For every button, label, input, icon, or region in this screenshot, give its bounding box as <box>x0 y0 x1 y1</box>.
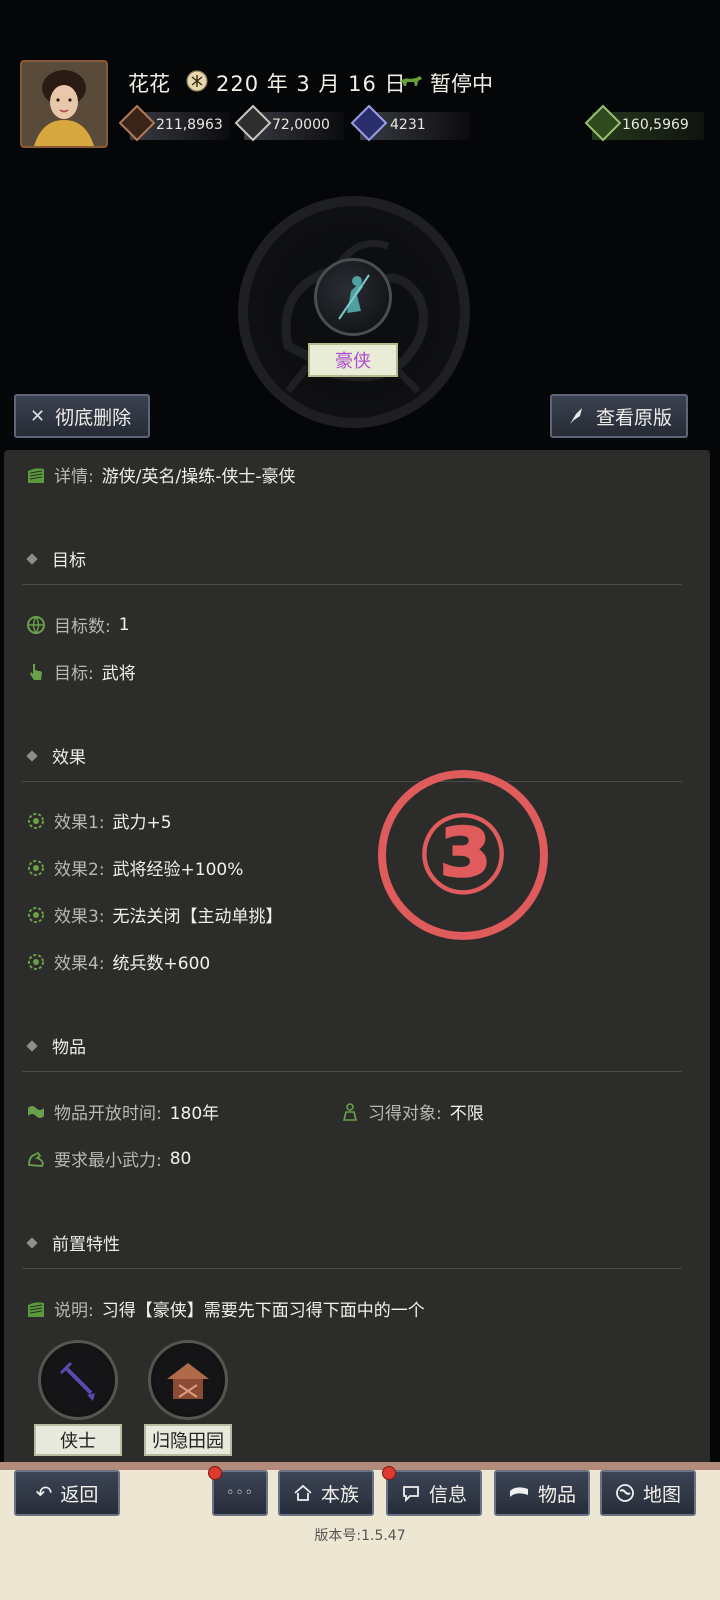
scroll-icon <box>28 1105 44 1118</box>
prereq-trait-xiashi[interactable] <box>38 1340 118 1420</box>
diamond-bullet-icon <box>26 749 38 762</box>
gold-value: 211,8963 <box>156 117 223 133</box>
prereq-name-xiashi[interactable]: 侠士 <box>34 1424 122 1456</box>
view-original-button[interactable]: 查看原版 <box>550 394 688 438</box>
prereq-trait-guiyin[interactable] <box>148 1340 228 1420</box>
chat-bubble-icon <box>403 1486 419 1503</box>
map-button[interactable]: 地图 <box>600 1470 696 1516</box>
grain-value: 72,0000 <box>272 117 330 133</box>
learn-target-row: 习得对象: 不限 <box>340 1099 484 1124</box>
prereq-section-title: 前置特性 <box>26 1230 120 1255</box>
player-avatar[interactable] <box>20 60 108 148</box>
items-button[interactable]: 物品 <box>494 1470 590 1516</box>
min-force-row: 要求最小武力: 80 <box>26 1146 191 1171</box>
money-value: 160,5969 <box>622 117 689 133</box>
effect-row-3: 效果3: 无法关闭【主动单挑】 <box>26 902 283 927</box>
prereq-note: 习得【豪侠】需要先下面习得下面中的一个 <box>101 1301 425 1321</box>
calendar-seal-icon <box>186 70 208 92</box>
view-original-label: 查看原版 <box>596 406 673 429</box>
effect-row-2: 效果2: 武将经验+100% <box>26 855 243 880</box>
target-row: 目标: 武将 <box>26 659 136 684</box>
effect-gear-icon <box>28 906 44 923</box>
game-status[interactable]: 暂停中 <box>430 68 493 98</box>
detail-value: 游侠/英名/操练-侠士-豪侠 <box>101 467 296 487</box>
scroll-bundle-icon <box>509 1487 528 1497</box>
back-button[interactable]: ↶ 返回 <box>14 1470 120 1516</box>
effect-gear-icon <box>28 859 44 876</box>
item-open-time-row: 物品开放时间: 180年 <box>26 1099 219 1124</box>
clan-button[interactable]: 本族 <box>278 1470 374 1516</box>
detail-row: 详情: 游侠/英名/操练-侠士-豪侠 <box>26 462 295 487</box>
target-section-title: 目标 <box>26 546 86 571</box>
pavilion-icon <box>294 1484 312 1501</box>
diamond-bullet-icon <box>26 1039 38 1052</box>
troops-value: 4231 <box>390 117 426 133</box>
globe-map-icon <box>616 1484 634 1502</box>
prereq-name-guiyin[interactable]: 归隐田园 <box>144 1424 232 1456</box>
horse-icon <box>400 76 422 86</box>
arm-strength-icon <box>28 1151 44 1167</box>
target-count-value: 1 <box>118 614 130 635</box>
effect-gear-icon <box>28 953 44 970</box>
target-globe-icon <box>27 615 45 634</box>
trait-name: 豪侠 <box>308 343 398 377</box>
prereq-note-row: 说明: 习得【豪侠】需要先下面习得下面中的一个 <box>26 1296 425 1321</box>
leaf-book-icon <box>28 1301 44 1317</box>
open-time-value: 180年 <box>169 1104 220 1124</box>
leaf-book-icon <box>28 467 44 483</box>
delete-label: 彻底删除 <box>55 406 132 429</box>
version-label: 版本号:1.5.47 <box>314 1528 406 1544</box>
close-icon: ✕ <box>30 405 46 427</box>
effect-gear-icon <box>28 812 44 829</box>
target-count-row: 目标数: 1 <box>26 612 130 637</box>
game-date: 220 年 3 月 16 日 <box>216 72 407 96</box>
item-section-title: 物品 <box>26 1033 86 1058</box>
more-label: ◦◦◦ <box>226 1485 254 1501</box>
hand-pointer-icon <box>30 663 42 680</box>
cottage-icon <box>167 1363 209 1399</box>
portrait-image <box>22 62 106 146</box>
return-arrow-icon: ↶ <box>35 1481 53 1505</box>
delete-button[interactable]: ✕ 彻底删除 <box>14 394 150 438</box>
player-name: 花花 <box>128 72 170 96</box>
trait-icon <box>314 258 392 336</box>
effect-row-1: 效果1: 武力+5 <box>26 808 172 833</box>
target-value: 武将 <box>101 664 136 684</box>
sword-icon <box>59 1361 95 1401</box>
learn-target-value: 不限 <box>449 1104 484 1124</box>
step-number-badge: ③ <box>378 770 548 940</box>
effect-row-4: 效果4: 统兵数+600 <box>26 949 210 974</box>
min-force-value: 80 <box>169 1148 192 1169</box>
notification-dot <box>382 1466 396 1480</box>
person-meditate-icon <box>342 1102 358 1121</box>
diamond-bullet-icon <box>26 1236 38 1249</box>
effect-section-title: 效果 <box>26 743 86 768</box>
quill-icon <box>570 408 582 424</box>
detail-label: 详情: <box>54 467 94 487</box>
info-button[interactable]: 信息 <box>386 1470 482 1516</box>
diamond-bullet-icon <box>26 552 38 565</box>
bottom-rail <box>0 1462 720 1470</box>
swordsman-icon <box>338 274 370 320</box>
notification-dot <box>208 1466 222 1480</box>
